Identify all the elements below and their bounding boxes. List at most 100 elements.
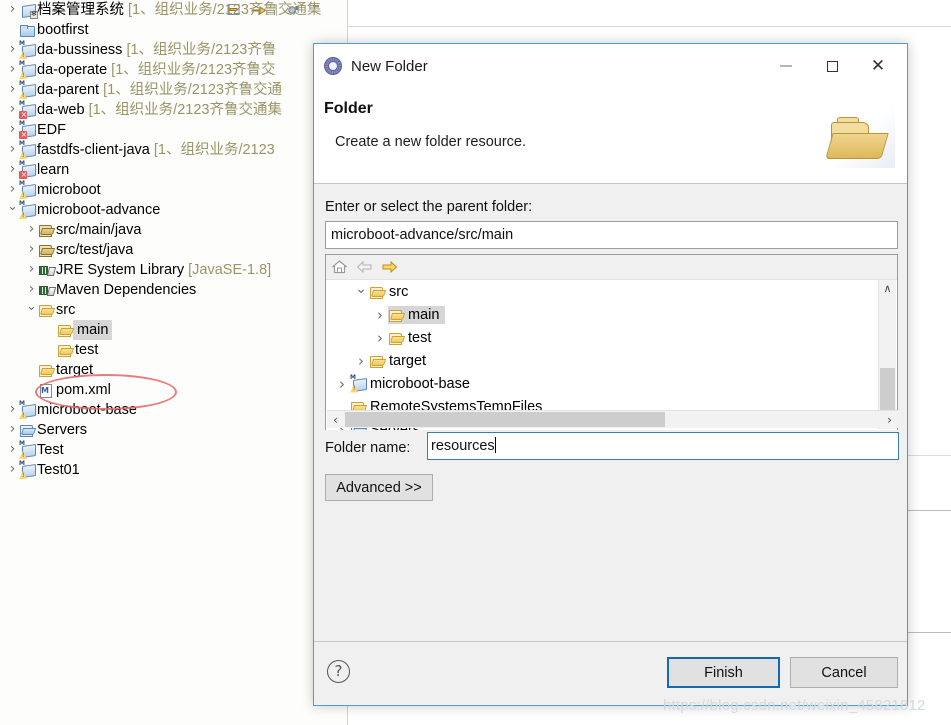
tree-row[interactable]: pom.xml (0, 380, 347, 400)
folder-icon (57, 322, 75, 338)
maven-project-icon: M (19, 41, 37, 59)
advanced-button[interactable]: Advanced >> (325, 474, 433, 501)
chevron-right-icon[interactable] (6, 39, 19, 61)
tree-item-description: [JavaSE-1.8] (184, 262, 272, 278)
tree-row-text: da-parent [1、组织业务/2123齐鲁交通 (37, 80, 282, 100)
back-arrow-icon[interactable] (356, 259, 373, 275)
tree-row[interactable]: MTest (0, 440, 347, 460)
project-tree[interactable]: 档案管理系统 [1、组织业务/2123齐鲁交通集bootfirstMda-bus… (0, 0, 347, 480)
chevron-right-icon[interactable] (6, 79, 19, 101)
chevron-right-icon[interactable] (6, 439, 19, 461)
folder-tree-item-label: test (408, 329, 432, 346)
chevron-right-icon[interactable] (6, 99, 19, 121)
tree-row[interactable]: Mmicroboot-base (0, 400, 347, 420)
chevron-right-icon[interactable] (372, 329, 388, 347)
editor-tabstrip[interactable] (348, 0, 951, 27)
folder-name-input[interactable]: resources (427, 432, 899, 460)
chevron-right-icon[interactable] (353, 352, 369, 370)
tree-item-label: Servers (37, 422, 87, 438)
tree-item-label: da-operate (37, 62, 108, 78)
folder-tree-row[interactable]: test (326, 326, 897, 349)
maximize-button[interactable] (809, 44, 855, 88)
folder-tree-row[interactable]: main (326, 303, 897, 326)
tree-row[interactable]: Mda-parent [1、组织业务/2123齐鲁交通 (0, 80, 347, 100)
finish-button[interactable]: Finish (667, 657, 780, 688)
chevron-right-icon[interactable] (6, 419, 19, 441)
chevron-right-icon[interactable] (6, 399, 19, 421)
tree-row[interactable]: src/test/java (0, 240, 347, 260)
chevron-right-icon[interactable] (6, 159, 19, 181)
folder-tree-row[interactable]: Mmicroboot-base (326, 372, 897, 395)
tree-item-description: [1、组织业务/2123齐鲁交 (107, 62, 276, 78)
folder-tree-hscrollbar[interactable]: ‹ › (327, 410, 898, 428)
tree-row[interactable]: Mlearn (0, 160, 347, 180)
tree-row[interactable]: Mmicroboot-advance (0, 200, 347, 220)
tree-row[interactable]: JRE System Library [JavaSE-1.8] (0, 260, 347, 280)
scroll-up-arrow[interactable]: ∧ (879, 280, 896, 297)
tree-row[interactable]: MEDF (0, 120, 347, 140)
tree-item-label: target (56, 362, 94, 378)
folder-tree-row-content: Mmicroboot-base (350, 374, 470, 393)
chevron-right-icon[interactable] (25, 219, 38, 241)
tree-row[interactable]: Mda-operate [1、组织业务/2123齐鲁交 (0, 60, 347, 80)
tree-row[interactable]: Mda-bussiness [1、组织业务/2123齐鲁 (0, 40, 347, 60)
tree-row-text: EDF (37, 120, 66, 140)
tree-row-text: Test01 (37, 460, 80, 480)
minimize-button[interactable] (763, 44, 809, 88)
tree-row[interactable]: src/main/java (0, 220, 347, 240)
chevron-right-icon[interactable] (372, 306, 388, 324)
folder-tree-row[interactable]: target (326, 349, 897, 372)
tree-row[interactable]: main (0, 320, 347, 340)
chevron-right-icon[interactable] (25, 279, 38, 301)
folder-tree[interactable]: srcmaintesttargetMmicroboot-baseRemoteSy… (326, 280, 897, 430)
tree-row[interactable]: bootfirst (0, 20, 347, 40)
tree-item-label: src/main/java (56, 222, 142, 238)
chevron-down-icon[interactable] (25, 300, 38, 321)
help-icon[interactable]: ? (327, 660, 350, 683)
chevron-down-icon[interactable] (353, 284, 369, 300)
folder-tree-row-content: target (369, 353, 426, 369)
chevron-right-icon[interactable] (334, 375, 350, 393)
home-icon[interactable] (331, 259, 348, 275)
close-button[interactable]: ✕ (855, 44, 907, 88)
tree-row-text: da-web [1、组织业务/2123齐鲁交通集 (37, 100, 282, 120)
maven-project-icon: M (19, 61, 37, 79)
chevron-right-icon[interactable] (6, 59, 19, 81)
tree-row[interactable]: src (0, 300, 347, 320)
folder-tree-toolbar (326, 255, 897, 280)
tree-row[interactable]: target (0, 360, 347, 380)
parent-folder-input[interactable] (325, 221, 898, 249)
chevron-right-icon[interactable] (6, 139, 19, 161)
chevron-right-icon[interactable] (6, 0, 19, 21)
tree-row[interactable]: test (0, 340, 347, 360)
tree-row-text: test (75, 340, 98, 360)
tree-row[interactable]: Mmicroboot (0, 180, 347, 200)
tree-item-description: [1、组织业务/2123齐鲁交通 (99, 82, 282, 98)
chevron-right-icon[interactable] (6, 179, 19, 201)
folder-tree-vscrollbar[interactable]: ∧ ∨ (878, 280, 896, 429)
library-icon (38, 282, 56, 298)
chevron-right-icon[interactable] (6, 119, 19, 141)
tree-row[interactable]: 档案管理系统 [1、组织业务/2123齐鲁交通集 (0, 0, 347, 20)
folder-icon (57, 342, 75, 358)
scroll-right-arrow[interactable]: › (881, 411, 898, 428)
tree-row[interactable]: Maven Dependencies (0, 280, 347, 300)
folder-tree-row[interactable]: src (326, 280, 897, 303)
chevron-right-icon[interactable] (6, 459, 19, 481)
hscroll-thumb[interactable] (345, 412, 665, 427)
dialog-titlebar[interactable]: New Folder ✕ (314, 44, 907, 88)
maven-project-icon: M (19, 461, 37, 479)
tree-row[interactable]: Servers (0, 420, 347, 440)
tree-row[interactable]: Mda-web [1、组织业务/2123齐鲁交通集 (0, 100, 347, 120)
tree-row[interactable]: Mfastdfs-client-java [1、组织业务/2123 (0, 140, 347, 160)
package-explorer-panel: 档案管理系统 [1、组织业务/2123齐鲁交通集bootfirstMda-bus… (0, 0, 348, 725)
tree-row[interactable]: MTest01 (0, 460, 347, 480)
tree-row-text: target (56, 360, 93, 380)
scroll-left-arrow[interactable]: ‹ (327, 411, 344, 428)
chevron-down-icon[interactable] (6, 200, 19, 221)
chevron-right-icon[interactable] (25, 239, 38, 261)
cancel-button[interactable]: Cancel (790, 657, 898, 688)
forward-arrow-icon[interactable] (381, 259, 398, 275)
chevron-right-icon[interactable] (25, 259, 38, 281)
tree-row-text: da-bussiness [1、组织业务/2123齐鲁 (37, 40, 276, 60)
